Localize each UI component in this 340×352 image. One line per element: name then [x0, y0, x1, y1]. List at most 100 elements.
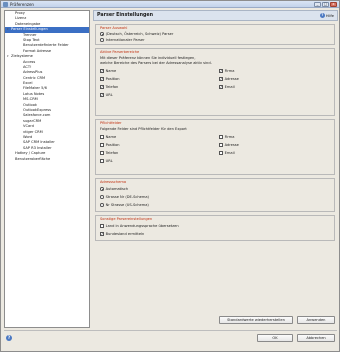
required-url-checkbox[interactable]: URL — [100, 159, 113, 163]
group-title-required: Pflichtfelder — [100, 121, 122, 125]
active-url-checkbox[interactable]: ✓ URL — [100, 93, 113, 97]
radio-us-label: Nr Strasse (US-Schema) — [105, 203, 149, 207]
sidebar-item-label: OutlookExpress — [23, 108, 52, 113]
footer-divider — [4, 330, 337, 331]
active-email-checkbox[interactable]: ✓ Email — [219, 85, 235, 89]
minimize-button[interactable]: _ — [314, 2, 321, 7]
active-firma-checkbox[interactable]: ✓ Firma — [219, 69, 235, 73]
checkbox-empty-icon[interactable] — [100, 159, 104, 163]
active-desc-1: Mit dieser Präferenz können Sie individu… — [100, 56, 196, 60]
sidebar-item-label: sugarCRM — [23, 118, 42, 123]
sidebar-item-label: Hotkey / Capture — [15, 151, 46, 156]
detect-state-label: Bundesland ermitteln — [105, 232, 145, 236]
help-label[interactable]: Hilfe — [326, 14, 334, 18]
active-url-label: URL — [105, 93, 113, 97]
active-name-label: Name — [105, 69, 117, 73]
settings-panel: Parser Einstellungen ? Hilfe Parser Ausw… — [93, 10, 338, 328]
detect-state-checkbox[interactable]: ✓ Bundesland ermitteln — [100, 232, 144, 236]
required-email-checkbox[interactable]: Email — [219, 151, 235, 155]
required-adresse-checkbox[interactable]: Adresse — [219, 143, 239, 147]
checkbox-checked-icon[interactable]: ✓ — [219, 85, 223, 89]
checkbox-empty-icon[interactable] — [100, 143, 104, 147]
checkbox-empty-icon[interactable] — [100, 224, 104, 228]
sidebar-item-label: Benutzeroberfläche — [15, 156, 51, 161]
checkbox-checked-icon[interactable]: ✓ — [100, 85, 104, 89]
sidebar-item-label: FileMaker 5/6 — [23, 86, 47, 91]
app-icon — [3, 2, 8, 7]
help-link[interactable]: ? Hilfe — [319, 13, 334, 18]
maximize-button[interactable]: □ — [322, 2, 329, 7]
checkbox-checked-icon[interactable]: ✓ — [100, 69, 104, 73]
radio-de-icon[interactable] — [100, 195, 104, 199]
page-title: Parser Einstellungen — [97, 13, 154, 18]
checkbox-empty-icon[interactable] — [100, 151, 104, 155]
active-name-checkbox[interactable]: ✓ Name — [100, 69, 116, 73]
radio-scheme-us[interactable]: Nr Strasse (US-Schema) — [100, 203, 149, 207]
radio-scheme-de[interactable]: Strasse Nr (DE-Schema) — [100, 195, 149, 199]
radio-auto-icon[interactable] — [100, 187, 104, 191]
required-telefon-checkbox[interactable]: Telefon — [100, 151, 118, 155]
required-name-checkbox[interactable]: Name — [100, 135, 116, 139]
required-name-label: Name — [105, 135, 117, 139]
sidebar-item-label: VCard — [23, 124, 34, 129]
help-icon[interactable]: ? — [319, 13, 325, 18]
radio-intl-label: Internationaler Parser — [105, 38, 145, 42]
cancel-button[interactable]: Abbrechen — [297, 334, 335, 342]
required-position-checkbox[interactable]: Position — [100, 143, 120, 147]
sidebar-item-label: AdressPlus — [23, 70, 43, 75]
sidebar-item-label: Dateneingabe — [15, 21, 41, 26]
sidebar-item-label: Salesforce.com — [23, 113, 51, 118]
active-email-label: Email — [224, 85, 235, 89]
active-telefon-checkbox[interactable]: ✓ Telefon — [100, 85, 118, 89]
apply-button[interactable]: Anwenden — [297, 316, 335, 324]
restore-defaults-button[interactable]: Standardwerte wiederherstellen — [219, 316, 293, 324]
active-firma-label: Firma — [224, 69, 235, 73]
checkbox-checked-icon[interactable]: ✓ — [219, 69, 223, 73]
radio-intl-icon[interactable] — [100, 38, 104, 42]
parser-selection-group: Parser Auswahl (Deutsch, Österreich, Sch… — [95, 24, 335, 45]
required-fields-group: Pflichtfelder Folgende Felder sind Pflic… — [95, 119, 335, 175]
checkbox-empty-icon[interactable] — [219, 151, 223, 155]
required-telefon-label: Telefon — [105, 151, 119, 155]
sidebar-item-label: Centric CRM — [23, 75, 46, 80]
sidebar-item-label: vtiger CRM — [23, 129, 43, 134]
sidebar-item-label: Lizenz — [15, 16, 27, 21]
checkbox-checked-icon[interactable]: ✓ — [100, 77, 104, 81]
radio-auto-label: Automatisch — [105, 187, 129, 191]
checkbox-empty-icon[interactable] — [100, 135, 104, 139]
ok-button[interactable]: OK — [257, 334, 293, 342]
help-icon[interactable]: ? — [6, 335, 12, 341]
group-title-active: Aktive Parserbereiche — [100, 50, 140, 54]
required-url-label: URL — [105, 159, 113, 163]
sidebar-item-label: Benutzerdefinierte Felder — [23, 43, 69, 48]
required-adresse-label: Adresse — [224, 143, 239, 147]
radio-scheme-auto[interactable]: Automatisch — [100, 187, 128, 191]
active-position-label: Position — [105, 77, 120, 81]
required-position-label: Position — [105, 143, 120, 147]
radio-us-icon[interactable] — [100, 203, 104, 207]
radio-dach-icon[interactable] — [100, 32, 104, 36]
checkbox-empty-icon[interactable] — [219, 143, 223, 147]
preferences-tree: Proxy Lizenz Dateneingabe ▾ Parser Einstellu… — [4, 10, 90, 328]
radio-parser-dach[interactable]: (Deutsch, Österreich, Schweiz) Parser — [100, 32, 173, 36]
sidebar-item-label: Access — [23, 59, 36, 64]
sidebar-item-label: Stop Text — [23, 37, 40, 42]
chevron-down-icon[interactable]: ▾ — [7, 54, 10, 59]
checkbox-checked-icon[interactable]: ✓ — [219, 77, 223, 81]
translate-country-checkbox[interactable]: Land in Anwendungssprache übersetzen — [100, 224, 179, 228]
checkbox-empty-icon[interactable] — [219, 135, 223, 139]
checkbox-checked-icon[interactable]: ✓ — [100, 232, 104, 236]
sidebar-item-label: Lotus Notes — [23, 91, 45, 96]
radio-parser-international[interactable]: Internationaler Parser — [100, 38, 145, 42]
close-button[interactable]: x — [330, 2, 337, 7]
preferences-window: Präferenzen _ □ x Proxy Lizenz Dateneingab… — [0, 0, 340, 352]
required-firma-checkbox[interactable]: Firma — [219, 135, 235, 139]
sidebar-item-27[interactable]: Benutzeroberfläche — [5, 157, 89, 162]
sidebar-item-label: Zielsysteme — [11, 54, 33, 59]
title-bar: Präferenzen _ □ x — [1, 1, 339, 8]
active-adresse-checkbox[interactable]: ✓ Adresse — [219, 77, 239, 81]
sidebar-item-label: ACT! — [23, 64, 32, 69]
active-position-checkbox[interactable]: ✓ Position — [100, 77, 120, 81]
checkbox-checked-icon[interactable]: ✓ — [100, 93, 104, 97]
chevron-down-icon[interactable]: ▾ — [7, 27, 10, 32]
